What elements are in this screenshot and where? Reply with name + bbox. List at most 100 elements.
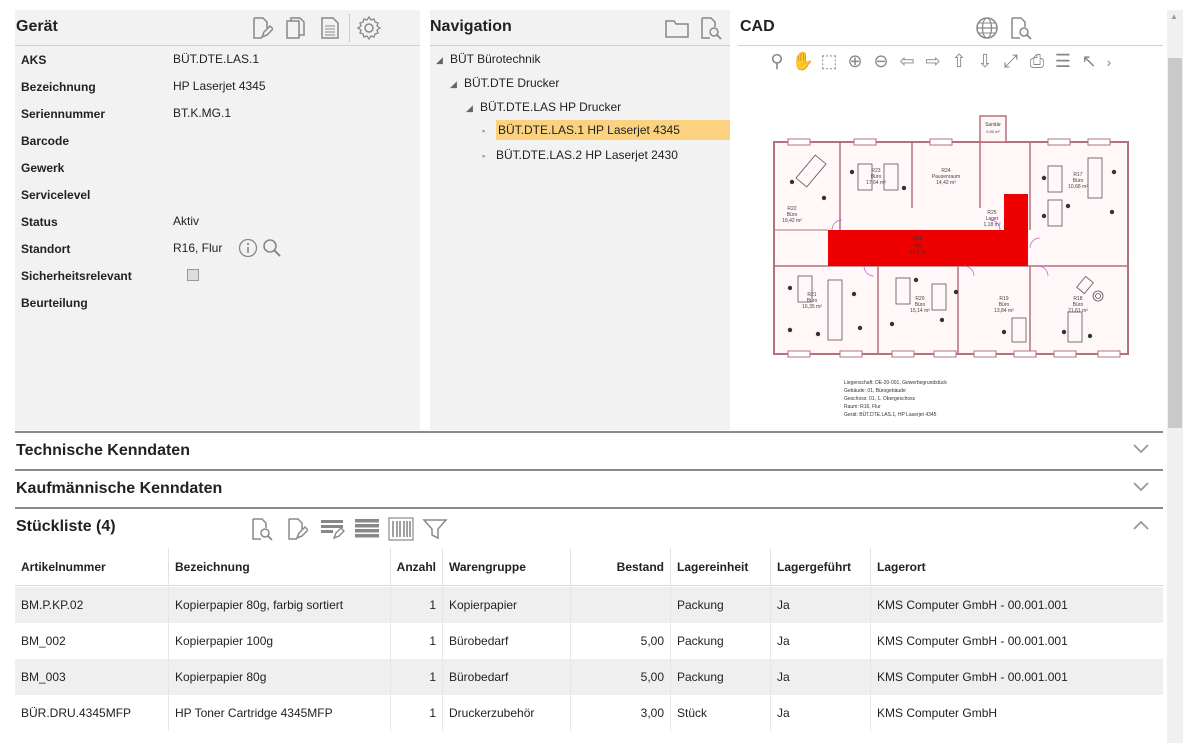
table-row[interactable]: BM_003 Kopierpapier 80g 1 Bürobedarf 5,0…: [15, 659, 1163, 695]
document-search-icon[interactable]: [249, 517, 273, 541]
section-stueckliste[interactable]: Stückliste (4): [15, 507, 1163, 549]
toolbar-divider: [349, 14, 350, 42]
tree-item-laserjet-4345[interactable]: ▪ BÜT.DTE.LAS.1 HP Laserjet 4345: [482, 120, 730, 140]
sicherheitsrelevant-checkbox[interactable]: [187, 269, 199, 281]
list-icon[interactable]: [354, 518, 380, 540]
column-header-bezeichnung[interactable]: Bezeichnung: [169, 548, 391, 585]
room-label-r16: R16: [913, 236, 922, 242]
table-row[interactable]: BÜR.DRU.4345MFP HP Toner Cartridge 4345M…: [15, 695, 1163, 731]
cell-warengruppe: Druckerzubehör: [443, 695, 571, 731]
tree-expand-icon[interactable]: ◢: [466, 103, 480, 114]
field-bezeichnung: Bezeichnung HP Laserjet 4345: [21, 79, 416, 107]
cell-lagergefuehrt: Ja: [771, 623, 871, 659]
room-size-r21: 16,35 m²: [802, 304, 822, 310]
gear-icon[interactable]: [356, 15, 382, 41]
field-value: R16, Flur: [173, 241, 223, 255]
table-row[interactable]: BM_002 Kopierpapier 100g 1 Bürobedarf 5,…: [15, 623, 1163, 659]
cell-lagereinheit: Packung: [671, 623, 771, 659]
section-title: Kaufmännische Kenndaten: [16, 480, 223, 497]
tree-item-laserjet-2430[interactable]: ▪ BÜT.DTE.LAS.2 HP Laserjet 2430: [482, 148, 678, 162]
cell-anzahl: 1: [391, 659, 443, 695]
scrollbar-thumb[interactable]: [1168, 58, 1182, 428]
geraet-title: Gerät: [16, 18, 58, 35]
pan-left-icon[interactable]: ⇦: [894, 50, 920, 72]
column-header-lagereinheit[interactable]: Lagereinheit: [671, 548, 771, 585]
cell-anzahl: 1: [391, 623, 443, 659]
info-icon[interactable]: [238, 238, 258, 258]
edit-document-icon[interactable]: [249, 16, 273, 40]
tree-item-drucker[interactable]: ◢ BÜT.DTE Drucker: [450, 76, 559, 90]
field-label: Beurteilung: [21, 296, 88, 310]
globe-icon[interactable]: [975, 16, 999, 40]
cell-lagergefuehrt: Ja: [771, 695, 871, 731]
field-servicelevel: Servicelevel: [21, 188, 416, 215]
zoom-icon[interactable]: ⚲: [764, 50, 790, 72]
cell-bezeichnung: Kopierpapier 80g: [169, 659, 391, 695]
cell-lagerort: KMS Computer GmbH - 00.001.001: [877, 598, 1068, 612]
barcode-icon[interactable]: [388, 517, 414, 541]
column-header-anzahl[interactable]: Anzahl: [391, 548, 443, 585]
layers-menu-icon[interactable]: ☰: [1050, 50, 1076, 72]
cad-legend-line: Raum: R16, Flur: [844, 404, 881, 410]
tree-item-label: BÜT.DTE.LAS HP Drucker: [480, 100, 622, 114]
folder-icon[interactable]: [664, 17, 690, 39]
column-header-lagerort[interactable]: Lagerort: [871, 548, 1163, 585]
tree-item-hp-drucker[interactable]: ◢ BÜT.DTE.LAS HP Drucker: [466, 100, 621, 114]
copy-icon[interactable]: [285, 16, 307, 40]
section-kaufmaennische-kenndaten[interactable]: Kaufmännische Kenndaten: [15, 469, 1163, 507]
page-scrollbar[interactable]: ▲: [1167, 10, 1183, 743]
navigation-title: Navigation: [430, 18, 512, 35]
room-size-r25: 1,18 m²: [984, 222, 1001, 228]
print-icon[interactable]: ⎙: [1024, 50, 1050, 72]
field-label: AKS: [21, 53, 47, 67]
more-chevron-icon[interactable]: ›: [1102, 51, 1116, 73]
document-icon[interactable]: [319, 16, 341, 40]
geraet-header: Gerät: [15, 10, 420, 46]
pan-hand-icon[interactable]: ✋: [790, 50, 816, 72]
chevron-down-icon[interactable]: [1133, 441, 1149, 459]
tree-expand-icon[interactable]: ◢: [436, 55, 450, 66]
column-header-lagergefuehrt[interactable]: Lagergeführt: [771, 548, 871, 585]
table-header-row: Artikelnummer Bezeichnung Anzahl Warengr…: [15, 548, 1163, 586]
table-row[interactable]: BM.P.KP.02 Kopierpapier 80g, farbig sort…: [15, 587, 1163, 623]
room-size-r16: 21,8 m²: [910, 250, 927, 256]
select-cursor-icon[interactable]: ↖: [1076, 50, 1102, 72]
room-size-sanitar: 0,90 m²: [986, 129, 1000, 134]
document-search-icon[interactable]: [1008, 16, 1032, 40]
cell-bestand: 5,00: [571, 623, 671, 659]
section-technische-kenndaten[interactable]: Technische Kenndaten: [15, 431, 1163, 469]
edit-document-icon[interactable]: [284, 517, 308, 541]
pan-up-icon[interactable]: ⇧: [946, 50, 972, 72]
field-label: Sicherheitsrelevant: [21, 269, 132, 283]
cad-title: CAD: [740, 18, 775, 35]
pan-down-icon[interactable]: ⇩: [972, 50, 998, 72]
tree-item-buerotechnik[interactable]: ◢ BÜT Bürotechnik: [436, 52, 541, 66]
cell-lagereinheit: Packung: [671, 659, 771, 695]
column-header-warengruppe[interactable]: Warengruppe: [443, 548, 571, 585]
document-search-icon[interactable]: [698, 16, 722, 40]
cell-bestand: 5,00: [571, 659, 671, 695]
scroll-up-icon[interactable]: ▲: [1170, 12, 1178, 21]
chevron-down-icon[interactable]: [1133, 479, 1149, 497]
tree-expand-icon[interactable]: ◢: [450, 79, 464, 90]
filter-icon[interactable]: [422, 517, 448, 541]
pan-right-icon[interactable]: ⇨: [920, 50, 946, 72]
cad-floorplan[interactable]: Sanitär 0,90 m² R16 Flur 21,8 m² R23 Bür…: [768, 108, 1168, 428]
cad-legend-line: Liegenschaft: DE-20-001, Gewerbegrundstü…: [844, 380, 947, 386]
field-seriennummer: Seriennummer BT.K.MG.1: [21, 106, 416, 134]
field-label: Bezeichnung: [21, 80, 96, 94]
zoom-in-icon[interactable]: ⊕: [842, 50, 868, 72]
zoom-out-icon[interactable]: ⊖: [868, 50, 894, 72]
navigation-header: Navigation: [430, 10, 730, 46]
column-header-artikelnummer[interactable]: Artikelnummer: [15, 548, 169, 585]
cad-toolbar: ⚲ ✋ ⬚ ⊕ ⊖ ⇦ ⇨ ⇧ ⇩ ⤢ ⎙ ☰ ↖ ›: [764, 50, 1116, 72]
zoom-window-icon[interactable]: ⬚: [816, 50, 842, 72]
fit-extent-icon[interactable]: ⤢: [998, 50, 1024, 72]
column-header-bestand[interactable]: Bestand: [571, 548, 671, 585]
cad-panel: CAD ⚲ ✋ ⬚ ⊕ ⊖ ⇦ ⇨ ⇧ ⇩ ⤢ ⎙ ☰ ↖ › Sanitär 0,90 m²: [738, 10, 1163, 430]
chevron-up-icon[interactable]: [1133, 519, 1149, 537]
cad-legend-line: Gebäude: 01, Bürogebäude: [844, 388, 906, 394]
edit-list-icon[interactable]: [320, 518, 346, 540]
cell-lagereinheit: Stück: [671, 695, 771, 731]
search-icon[interactable]: [262, 238, 282, 258]
